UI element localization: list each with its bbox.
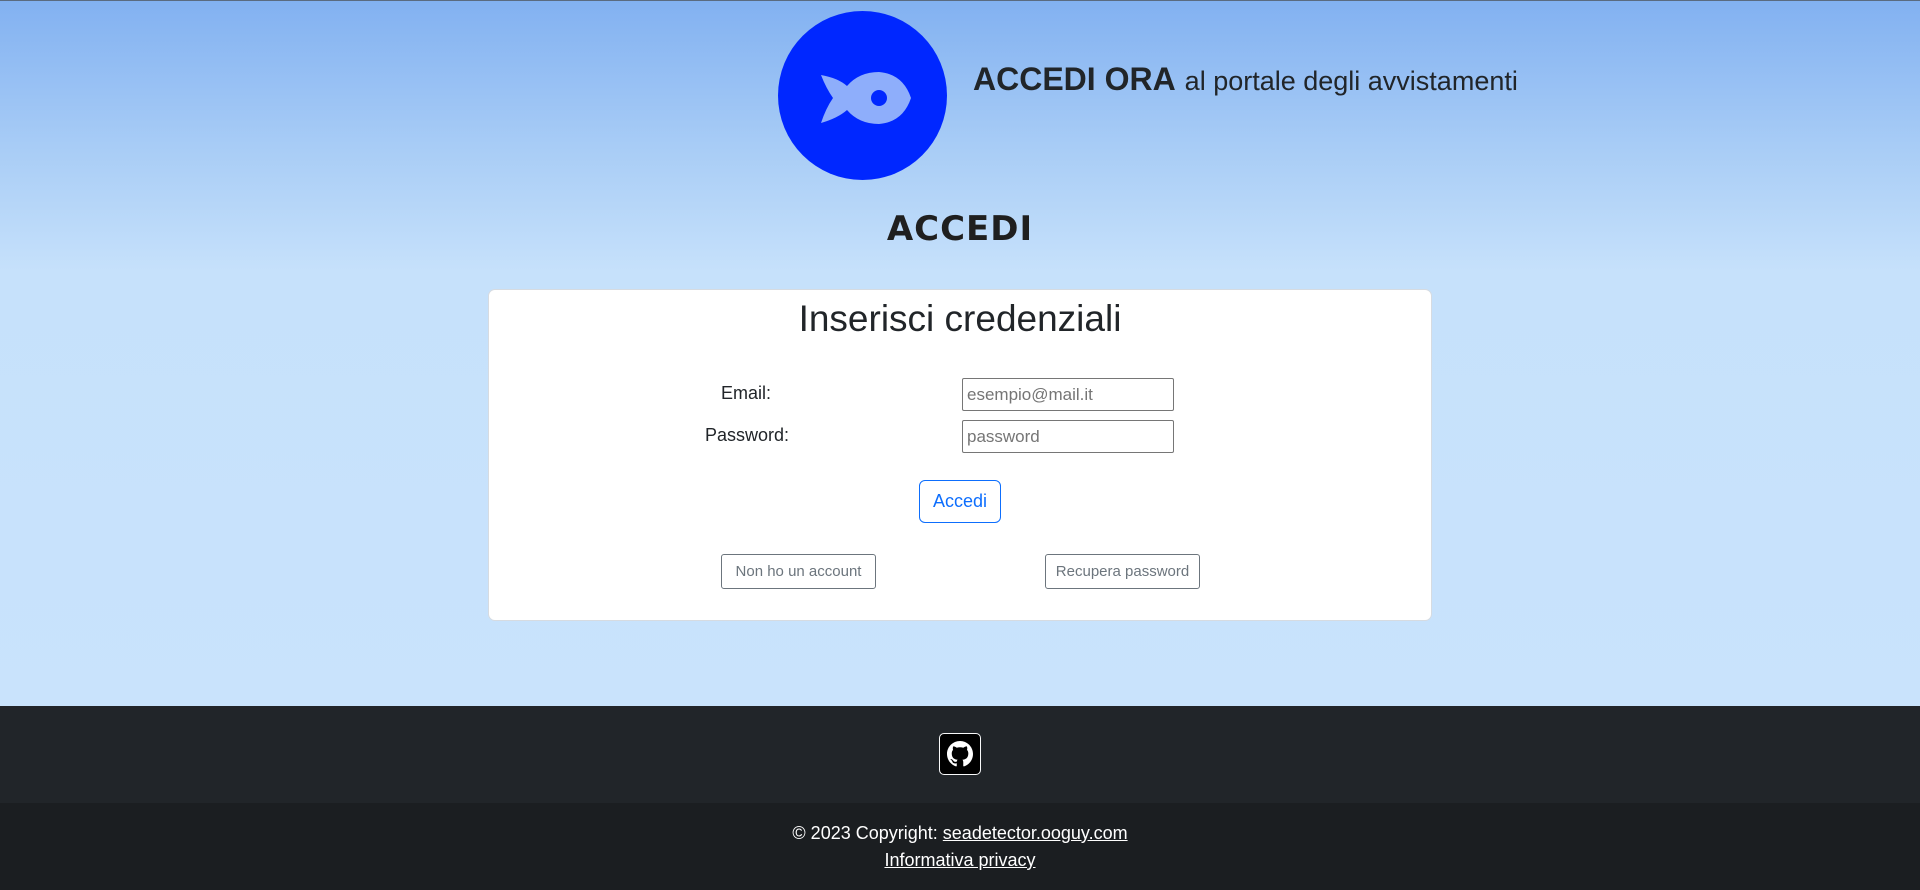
recover-password-button[interactable]: Recupera password <box>1045 554 1200 589</box>
github-icon <box>947 741 973 767</box>
headline-strong: ACCEDI ORA <box>973 61 1176 97</box>
password-field[interactable] <box>962 420 1174 453</box>
login-button[interactable]: Accedi <box>919 480 1001 523</box>
headline-subtitle: al portale degli avvistamenti <box>1184 66 1518 96</box>
copyright-text: © 2023 Copyright: <box>792 823 938 843</box>
no-account-button[interactable]: Non ho un account <box>721 554 876 589</box>
page-title: ACCEDI <box>886 209 1034 249</box>
footer-copyright: © 2023 Copyright: seadetector.ooguy.com … <box>0 803 1920 890</box>
password-label: Password: <box>705 425 790 445</box>
email-label: Email: <box>721 383 772 403</box>
privacy-link[interactable]: Informativa privacy <box>884 850 1035 870</box>
fish-icon <box>820 71 911 124</box>
card-title: Inserisci credenziali <box>798 298 1122 339</box>
email-field[interactable] <box>962 378 1174 411</box>
github-button[interactable] <box>939 733 981 775</box>
site-link[interactable]: seadetector.ooguy.com <box>943 823 1128 843</box>
copyright-line: © 2023 Copyright: seadetector.ooguy.com <box>0 823 1920 844</box>
logo <box>778 11 947 180</box>
footer-social <box>0 706 1920 803</box>
hero-section: ACCEDI ORA al portale degli avvistamenti… <box>0 1 1920 706</box>
headline: ACCEDI ORA al portale degli avvistamenti <box>973 61 1518 105</box>
privacy-line: Informativa privacy <box>0 850 1920 871</box>
login-card: Inserisci credenziali Email: Password: A… <box>488 289 1432 621</box>
